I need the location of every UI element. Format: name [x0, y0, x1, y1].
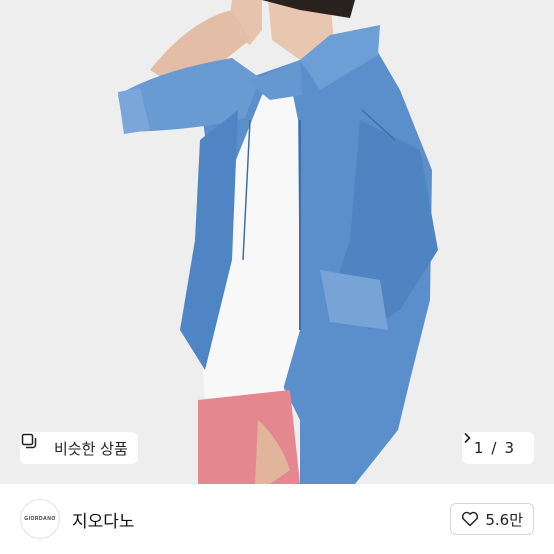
- like-count: 5.6만: [485, 510, 523, 529]
- image-pager[interactable]: 1 / 3: [461, 432, 534, 464]
- similar-items-label: 비슷한 상품: [54, 439, 128, 458]
- heart-icon: [461, 511, 479, 527]
- similar-items-button[interactable]: 비슷한 상품: [20, 432, 138, 464]
- similar-items-icon: [21, 433, 48, 457]
- shop-name[interactable]: 지오다노: [72, 507, 135, 532]
- shop-bar: GIORDANO 지오다노 5.6만: [0, 484, 554, 554]
- product-photo[interactable]: 비슷한 상품 1 / 3: [0, 0, 554, 484]
- pager-separator: /: [491, 439, 497, 457]
- like-button[interactable]: 5.6만: [450, 503, 534, 535]
- shop-logo-text: GIORDANO: [24, 516, 56, 522]
- pager-current: 1: [473, 439, 484, 457]
- shop-logo[interactable]: GIORDANO: [20, 499, 60, 539]
- product-illustration: [0, 0, 554, 484]
- pager-total: 3: [504, 439, 514, 457]
